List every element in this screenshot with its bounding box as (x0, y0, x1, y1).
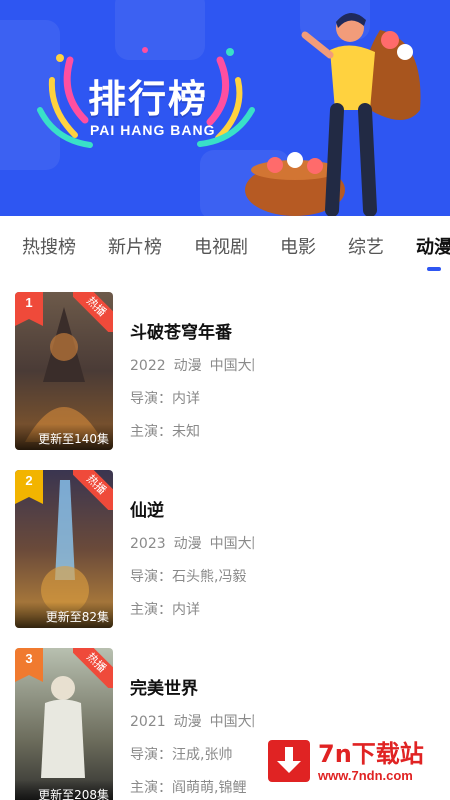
item-director: 导演：内详 (130, 391, 200, 407)
hot-ribbon: 热播 (73, 292, 113, 332)
tab-label: 电影 (280, 237, 316, 258)
category-tabs: 热搜榜 新片榜 电视剧 电影 综艺 动漫 (0, 216, 450, 276)
hot-label: 热播 (73, 470, 113, 510)
poster-image[interactable]: 1 热播 更新至140集 (15, 292, 113, 450)
item-genre: 动漫 (173, 714, 202, 730)
item-meta: 2022 动漫中国大陆 (130, 355, 254, 375)
episode-update: 更新至208集 (15, 780, 113, 800)
list-item[interactable]: 1 热播 更新至140集 斗破苍穹年番 2022 动漫中国大陆 导演：内详 主演：… (0, 290, 450, 468)
item-year: 2022 (130, 358, 166, 374)
item-genre: 动漫 (173, 358, 202, 374)
tab-tv-series[interactable]: 电视剧 (194, 233, 248, 259)
tab-hot-search[interactable]: 热搜榜 (22, 233, 76, 259)
poster-image[interactable]: 3 热播 更新至208集 (15, 648, 113, 800)
rank-number: 1 (25, 295, 33, 310)
item-title[interactable]: 仙逆 (130, 496, 254, 521)
hot-label: 热播 (73, 648, 113, 688)
tab-label: 综艺 (348, 237, 384, 258)
item-region: 中国大陆 (209, 714, 254, 730)
tab-anime[interactable]: 动漫 (416, 233, 450, 271)
episode-update: 更新至82集 (15, 602, 113, 628)
item-year: 2023 (130, 536, 166, 552)
tab-new-release[interactable]: 新片榜 (108, 233, 162, 259)
ranking-banner: 排行榜 PAI HANG BANG (0, 0, 450, 216)
tab-movie[interactable]: 电影 (280, 233, 316, 259)
ranking-list: 1 热播 更新至140集 斗破苍穹年番 2022动漫中国大陆 导演：内详 主演：… (0, 290, 450, 800)
item-director: 导演：汪成,张帅 (130, 747, 233, 763)
hot-ribbon: 热播 (73, 470, 113, 510)
item-info: 斗破苍穹年番 2022 动漫中国大陆 导演：内详 主演：未知 (130, 318, 254, 454)
rank-number: 3 (25, 651, 33, 666)
item-title[interactable]: 完美世界 (130, 674, 254, 699)
rank-number: 2 (25, 473, 33, 488)
watermark-url: www.7ndn.com (318, 768, 413, 783)
item-info: 完美世界 2021 动漫中国大陆 导演：汪成,张帅 主演：阎萌萌,锦鲤 (130, 674, 254, 800)
item-cast: 主演：未知 (130, 424, 200, 440)
download-icon (268, 740, 310, 782)
episode-update: 更新至140集 (15, 424, 113, 450)
site-watermark: 7n下载站 www.7ndn.com (262, 728, 442, 794)
poster-image[interactable]: 2 热播 更新至82集 (15, 470, 113, 628)
item-region: 中国大陆 (209, 358, 254, 374)
tab-label: 热搜榜 (22, 237, 76, 258)
hot-ribbon: 热播 (73, 648, 113, 688)
item-title[interactable]: 斗破苍穹年番 (130, 318, 254, 343)
rank-badge: 1 (15, 292, 43, 326)
watermark-name: 7n下载站 (318, 740, 424, 768)
banner-title: 排行榜 (88, 77, 209, 121)
tab-label: 动漫 (416, 237, 450, 258)
item-meta: 2023 动漫中国大陆 (130, 533, 254, 553)
list-item[interactable]: 2 热播 更新至82集 仙逆 2023 动漫中国大陆 导演：石头熊,冯毅 主演：内… (0, 468, 450, 646)
person-with-sack-illustration (245, 12, 421, 216)
tab-label: 电视剧 (194, 237, 248, 258)
item-genre: 动漫 (173, 536, 202, 552)
item-region: 中国大陆 (209, 536, 254, 552)
active-tab-indicator (427, 267, 441, 271)
rank-badge: 3 (15, 648, 43, 682)
tab-variety[interactable]: 综艺 (348, 233, 384, 259)
item-meta: 2021 动漫中国大陆 (130, 711, 254, 731)
item-cast: 主演：阎萌萌,锦鲤 (130, 780, 247, 796)
item-info: 仙逆 2023 动漫中国大陆 导演：石头熊,冯毅 主演：内详 (130, 496, 254, 632)
item-director: 导演：石头熊,冯毅 (130, 569, 247, 585)
item-year: 2021 (130, 714, 166, 730)
tab-label: 新片榜 (108, 237, 162, 258)
banner-subtitle: PAI HANG BANG (90, 122, 216, 138)
hot-label: 热播 (73, 292, 113, 332)
rank-badge: 2 (15, 470, 43, 504)
item-cast: 主演：内详 (130, 602, 200, 618)
